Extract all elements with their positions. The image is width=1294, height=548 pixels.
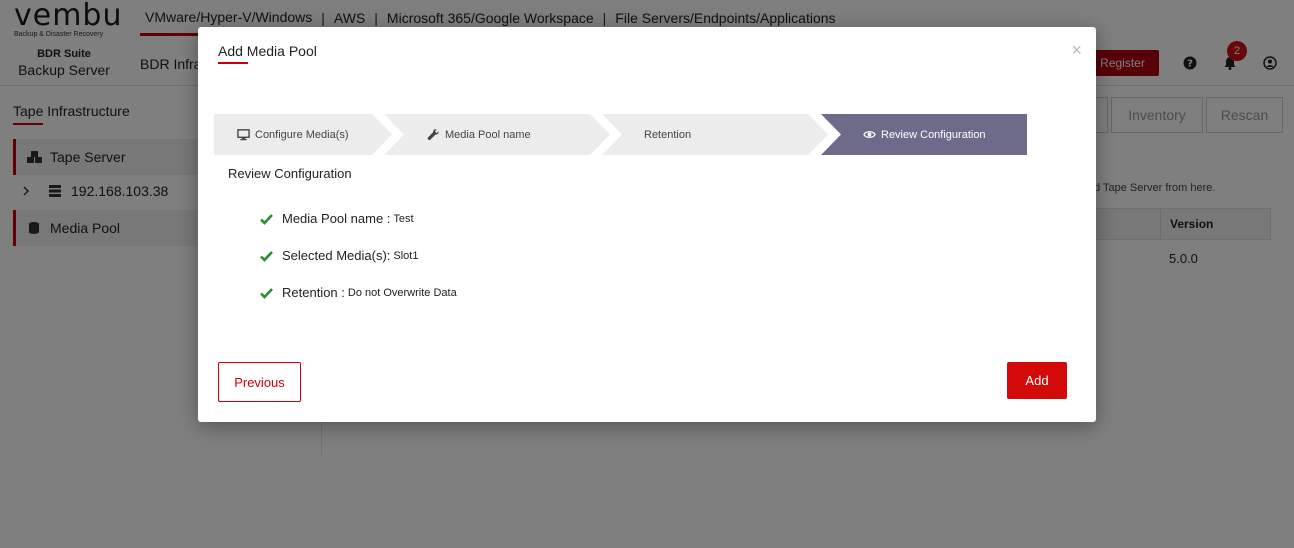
review-label: Media Pool name : (282, 211, 391, 226)
add-media-pool-dialog: Add Media Pool × Configure Media(s) Medi… (198, 27, 1096, 422)
review-item-selected-media: Selected Media(s): Slot1 (260, 248, 418, 263)
previous-button[interactable]: Previous (218, 362, 301, 402)
review-item-retention: Retention : Do not Overwrite Data (260, 285, 457, 300)
review-item-pool-name: Media Pool name : Test (260, 211, 414, 226)
step-media-pool-name[interactable]: Media Pool name (384, 114, 610, 155)
step-label: Media Pool name (445, 128, 531, 141)
review-label: Selected Media(s): (282, 248, 391, 263)
title-underline (218, 62, 248, 64)
eye-icon (863, 131, 876, 138)
review-heading: Review Configuration (228, 166, 352, 181)
review-label: Retention : (282, 285, 345, 300)
review-value: Do not Overwrite Data (347, 286, 457, 299)
check-icon (260, 287, 273, 299)
step-label: Retention (644, 128, 692, 141)
review-value: Slot1 (393, 249, 419, 262)
check-icon (260, 213, 273, 225)
wizard-steps: Configure Media(s) Media Pool name Reten… (214, 114, 1027, 155)
check-icon (260, 250, 273, 262)
step-label: Configure Media(s) (255, 128, 349, 141)
wrench-icon (427, 129, 439, 141)
step-configure-media[interactable]: Configure Media(s) (214, 114, 392, 155)
monitor-icon (237, 129, 250, 141)
step-label: Review Configuration (881, 128, 986, 141)
step-shape (602, 114, 828, 155)
add-button[interactable]: Add (1007, 362, 1067, 399)
close-icon[interactable]: × (1071, 41, 1082, 59)
step-review-configuration[interactable]: Review Configuration (821, 114, 1027, 155)
step-retention[interactable]: Retention (602, 114, 828, 155)
modal-title: Add Media Pool (218, 43, 317, 59)
review-value: Test (393, 212, 414, 225)
